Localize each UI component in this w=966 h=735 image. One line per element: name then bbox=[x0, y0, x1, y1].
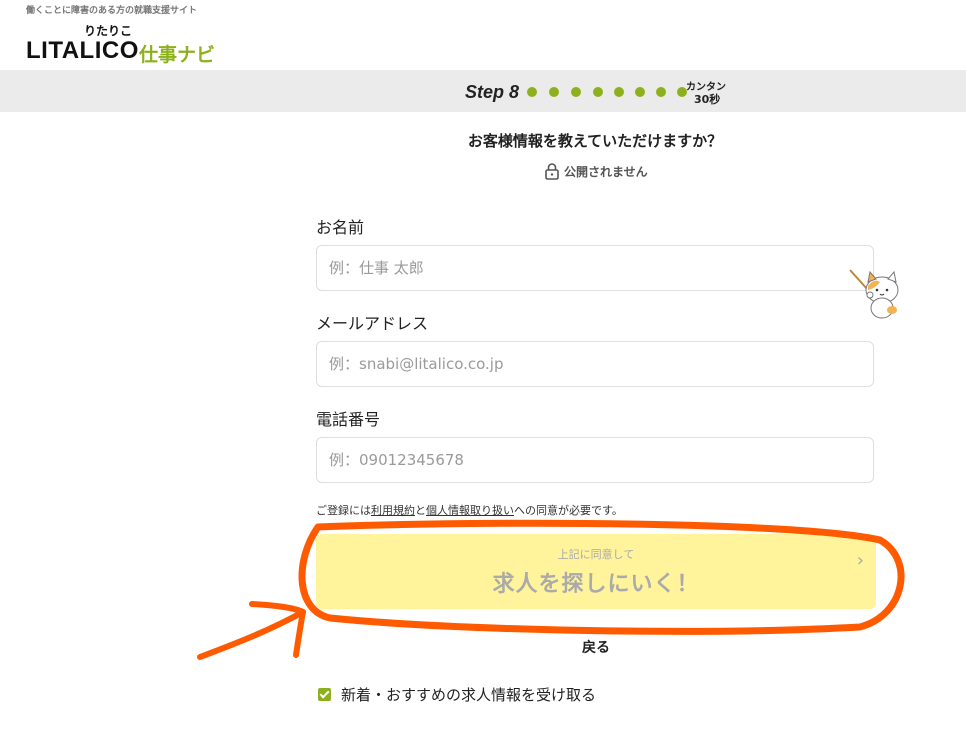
newsletter-checkbox[interactable] bbox=[318, 688, 331, 701]
step-label: Step 8 bbox=[465, 82, 520, 102]
cat-mascot-illustration bbox=[849, 269, 899, 319]
terms-link[interactable]: 利用規約 bbox=[371, 504, 415, 517]
question-title: お客様情報を教えていただけますか？ bbox=[467, 132, 723, 150]
step-dot bbox=[571, 87, 581, 97]
privacy-note-text: 公開されません bbox=[564, 164, 648, 179]
step-dot bbox=[656, 87, 666, 97]
email-field[interactable] bbox=[316, 341, 874, 387]
privacy-note: 公開されません bbox=[545, 162, 648, 180]
consent-and: と bbox=[415, 504, 426, 517]
time-estimate-value: 30秒 bbox=[694, 93, 721, 106]
chevron-right-icon: › bbox=[856, 550, 864, 571]
back-link[interactable]: 戻る bbox=[582, 637, 610, 657]
step-dot bbox=[635, 87, 645, 97]
tagline: 働くことに障害のある方の就職支援サイト bbox=[26, 6, 198, 16]
step-progress-bar: Step 8 カンタン 30秒 bbox=[0, 70, 966, 112]
newsletter-label: 新着・おすすめの求人情報を受け取る bbox=[341, 686, 597, 704]
newsletter-option[interactable]: 新着・おすすめの求人情報を受け取る bbox=[318, 684, 596, 705]
consent-text: ご登録には利用規約と個人情報取り扱いへの同意が必要です。 bbox=[316, 502, 623, 518]
phone-field[interactable] bbox=[316, 437, 874, 483]
lock-icon bbox=[545, 163, 559, 180]
step-dot bbox=[614, 87, 624, 97]
logo-sub: 仕事ナビ bbox=[139, 44, 216, 66]
email-label: メールアドレス bbox=[316, 314, 429, 333]
submit-sub-label: 上記に同意して bbox=[557, 548, 635, 561]
name-label: お名前 bbox=[316, 218, 365, 237]
logo-main: LITALICO bbox=[26, 37, 139, 64]
submit-main-label: 求人を探しにいく！ bbox=[492, 572, 700, 597]
step-dot bbox=[593, 87, 603, 97]
submit-button[interactable]: 上記に同意して 求人を探しにいく！ › bbox=[316, 534, 876, 609]
phone-label: 電話番号 bbox=[316, 410, 381, 429]
name-field[interactable] bbox=[316, 245, 874, 291]
consent-suffix: への同意が必要です。 bbox=[514, 504, 623, 517]
step-dot bbox=[527, 87, 537, 97]
privacy-policy-link[interactable]: 個人情報取り扱い bbox=[426, 504, 514, 517]
consent-prefix: ご登録には bbox=[316, 504, 371, 517]
step-dot bbox=[549, 87, 559, 97]
